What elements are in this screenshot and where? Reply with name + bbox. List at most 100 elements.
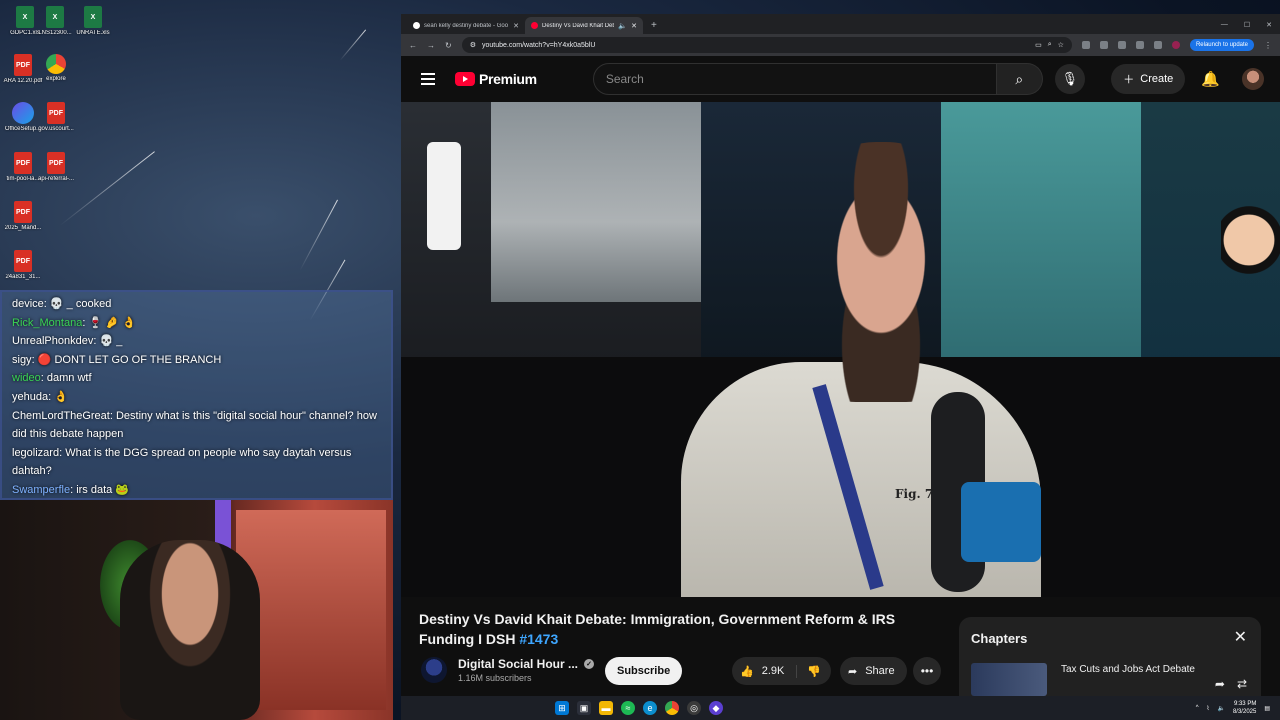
chat-message: Swamperfle: irs data 🐸 xyxy=(12,483,130,496)
subscribe-button[interactable]: Subscribe xyxy=(605,657,683,685)
desktop-icon-unrate[interactable]: X UNRATE.xls xyxy=(70,6,116,37)
video-scene-window xyxy=(491,102,701,302)
chapter-item[interactable]: Tax Cuts and Jobs Act Debate xyxy=(971,663,1201,696)
chrome-icon[interactable] xyxy=(665,701,679,715)
close-window-icon[interactable]: ✕ xyxy=(1266,21,1272,29)
dislike-button[interactable]: 👎 xyxy=(797,665,831,678)
user-avatar[interactable] xyxy=(1242,68,1264,90)
chat-username: ChemLordTheGreat xyxy=(12,409,110,422)
app-icon[interactable]: ◆ xyxy=(709,701,723,715)
youtube-logo[interactable]: Premium xyxy=(455,71,537,87)
task-view-icon[interactable]: ▣ xyxy=(577,701,591,715)
youtube-play-icon xyxy=(455,72,475,86)
create-button[interactable]: ＋ Create xyxy=(1111,64,1186,94)
file-explorer-icon[interactable]: ▬ xyxy=(599,701,613,715)
zoom-icon[interactable]: ⌕ xyxy=(1048,41,1052,49)
address-bar[interactable]: ⚙ youtube.com/watch?v=hY4xk0a5blU ▭ ⌕ ☆ xyxy=(461,37,1072,53)
tab-youtube-video[interactable]: Destiny Vs David Khait Deb 🔈 ✕ xyxy=(525,17,643,34)
chat-username: UnrealPhonkdev xyxy=(12,335,94,348)
sidepanel-icon[interactable] xyxy=(1153,41,1162,49)
desktop-icon-explore[interactable]: explore xyxy=(33,54,79,83)
chapter-thumbnail[interactable] xyxy=(971,663,1047,696)
chat-message: ChemLordTheGreat: Destiny what is this "… xyxy=(12,409,377,441)
video-scene-cartoon xyxy=(1221,192,1280,312)
window-controls: — ☐ ✕ xyxy=(1213,21,1280,34)
close-icon[interactable]: ✕ xyxy=(1234,627,1247,647)
back-icon[interactable]: ← xyxy=(409,41,417,50)
maximize-icon[interactable]: ☐ xyxy=(1244,21,1250,29)
minimize-icon[interactable]: — xyxy=(1221,21,1228,29)
chat-text: 🔴 DONT LET GO OF THE BRANCH xyxy=(37,353,222,366)
tab-google-search[interactable]: sean kelly destiny debate - Goo ✕ xyxy=(407,17,525,34)
forward-icon[interactable]: → xyxy=(427,41,435,50)
video-scene-speaker xyxy=(796,142,966,402)
chapter-title: Tax Cuts and Jobs Act Debate xyxy=(1061,664,1195,675)
like-dislike-bar: 👍 2.9K 👎 xyxy=(732,657,832,685)
chat-username: Swamperfle xyxy=(12,483,71,496)
new-tab-button[interactable]: + xyxy=(643,20,665,34)
search-icon: ⌕ xyxy=(1015,70,1024,87)
desktop-icon-api-referral[interactable]: PDF api-referral-... xyxy=(33,152,79,183)
speaker-icon[interactable]: 🔈 xyxy=(618,22,627,30)
chat-text: 💀 _ cooked xyxy=(49,298,112,310)
volume-icon[interactable]: 🔈 xyxy=(1217,705,1224,712)
channel-name[interactable]: Digital Social Hour ... ✓ xyxy=(458,657,595,671)
video-info: Destiny Vs David Khait Debate: Immigrati… xyxy=(401,597,1280,696)
channel-avatar[interactable] xyxy=(421,657,447,683)
share-button[interactable]: ➦ Share xyxy=(840,657,907,685)
profile-icon[interactable] xyxy=(1171,41,1180,49)
extension-icon[interactable] xyxy=(1099,41,1108,49)
search-button[interactable]: ⌕ xyxy=(996,63,1043,95)
bookmark-star-icon[interactable]: ☆ xyxy=(1058,41,1064,49)
notifications-bell-icon[interactable]: 🔔 xyxy=(1201,70,1220,88)
loop-icon[interactable]: ⇄ xyxy=(1237,677,1247,691)
youtube-favicon-icon xyxy=(531,22,538,29)
chapter-actions: ➦ ⇄ xyxy=(1215,677,1247,691)
extension-icon[interactable] xyxy=(1081,41,1090,49)
desktop-icon-gov[interactable]: PDF gov.uscourt... xyxy=(33,102,79,133)
extensions-puzzle-icon[interactable] xyxy=(1135,41,1144,49)
site-info-icon[interactable]: ⚙ xyxy=(470,41,476,49)
excel-file-icon: X xyxy=(46,6,64,28)
desktop-icon-mand[interactable]: PDF 2025_Mand... xyxy=(0,201,46,232)
subscriber-count: 1.16M subscribers xyxy=(458,673,532,683)
network-icon[interactable]: ⌇ xyxy=(1207,705,1210,712)
spotify-icon[interactable]: ≈ xyxy=(621,701,635,715)
ellipsis-icon: ••• xyxy=(920,664,934,678)
desktop-icon-24a831[interactable]: PDF 24a831_31... xyxy=(0,250,46,281)
notifications-icon[interactable]: ▤ xyxy=(1264,705,1270,712)
close-tab-icon[interactable]: ✕ xyxy=(513,22,519,30)
thumbs-up-icon: 👍 xyxy=(740,665,754,678)
like-button[interactable]: 👍 2.9K xyxy=(732,664,798,678)
share-arrow-icon[interactable]: ➦ xyxy=(1215,677,1225,691)
edge-icon[interactable]: e xyxy=(643,701,657,715)
clock-time: 9:33 PM xyxy=(1233,701,1257,707)
hashtag-link[interactable]: #1473 xyxy=(519,631,558,647)
chat-message: sigy: 🔴 DONT LET GO OF THE BRANCH xyxy=(12,353,222,366)
chat-username: wideo xyxy=(12,372,41,385)
video-player[interactable]: Fig. 7 xyxy=(401,102,1280,597)
menu-kebab-icon[interactable]: ⋮ xyxy=(1264,41,1272,50)
windows-start-icon[interactable]: ⊞ xyxy=(555,701,569,715)
more-actions-button[interactable]: ••• xyxy=(913,657,941,685)
shirt-print-text: Fig. 7 xyxy=(895,487,934,501)
search-input[interactable]: Search xyxy=(592,63,997,95)
chapters-panel: Chapters ✕ Tax Cuts and Jobs Act Debate … xyxy=(959,617,1261,696)
subscribe-label: Subscribe xyxy=(617,665,671,677)
clock[interactable]: 9:33 PM 8/3/2025 xyxy=(1233,700,1256,716)
chat-text: What is the DGG spread on people who say… xyxy=(12,446,352,478)
voice-search-button[interactable]: 🎙 xyxy=(1054,64,1085,94)
hamburger-menu-icon[interactable] xyxy=(421,73,435,85)
chevron-up-icon[interactable]: ^ xyxy=(1196,705,1199,711)
office-icon xyxy=(12,102,34,124)
reload-icon[interactable]: ↻ xyxy=(445,41,452,50)
obs-icon[interactable]: ◎ xyxy=(687,701,701,715)
chat-message: Rick_Montana: 🍷 🤌 👌 xyxy=(12,316,136,329)
chat-text: 💀 _ xyxy=(99,335,123,348)
extension-icon[interactable] xyxy=(1117,41,1126,49)
close-tab-icon[interactable]: ✕ xyxy=(631,22,637,30)
channel-info[interactable]: Digital Social Hour ... ✓ 1.16M subscrib… xyxy=(421,657,595,683)
relaunch-button[interactable]: Relaunch to update xyxy=(1189,39,1254,51)
chat-username: Rick_Montana xyxy=(12,316,83,329)
cast-icon[interactable]: ▭ xyxy=(1035,41,1042,49)
